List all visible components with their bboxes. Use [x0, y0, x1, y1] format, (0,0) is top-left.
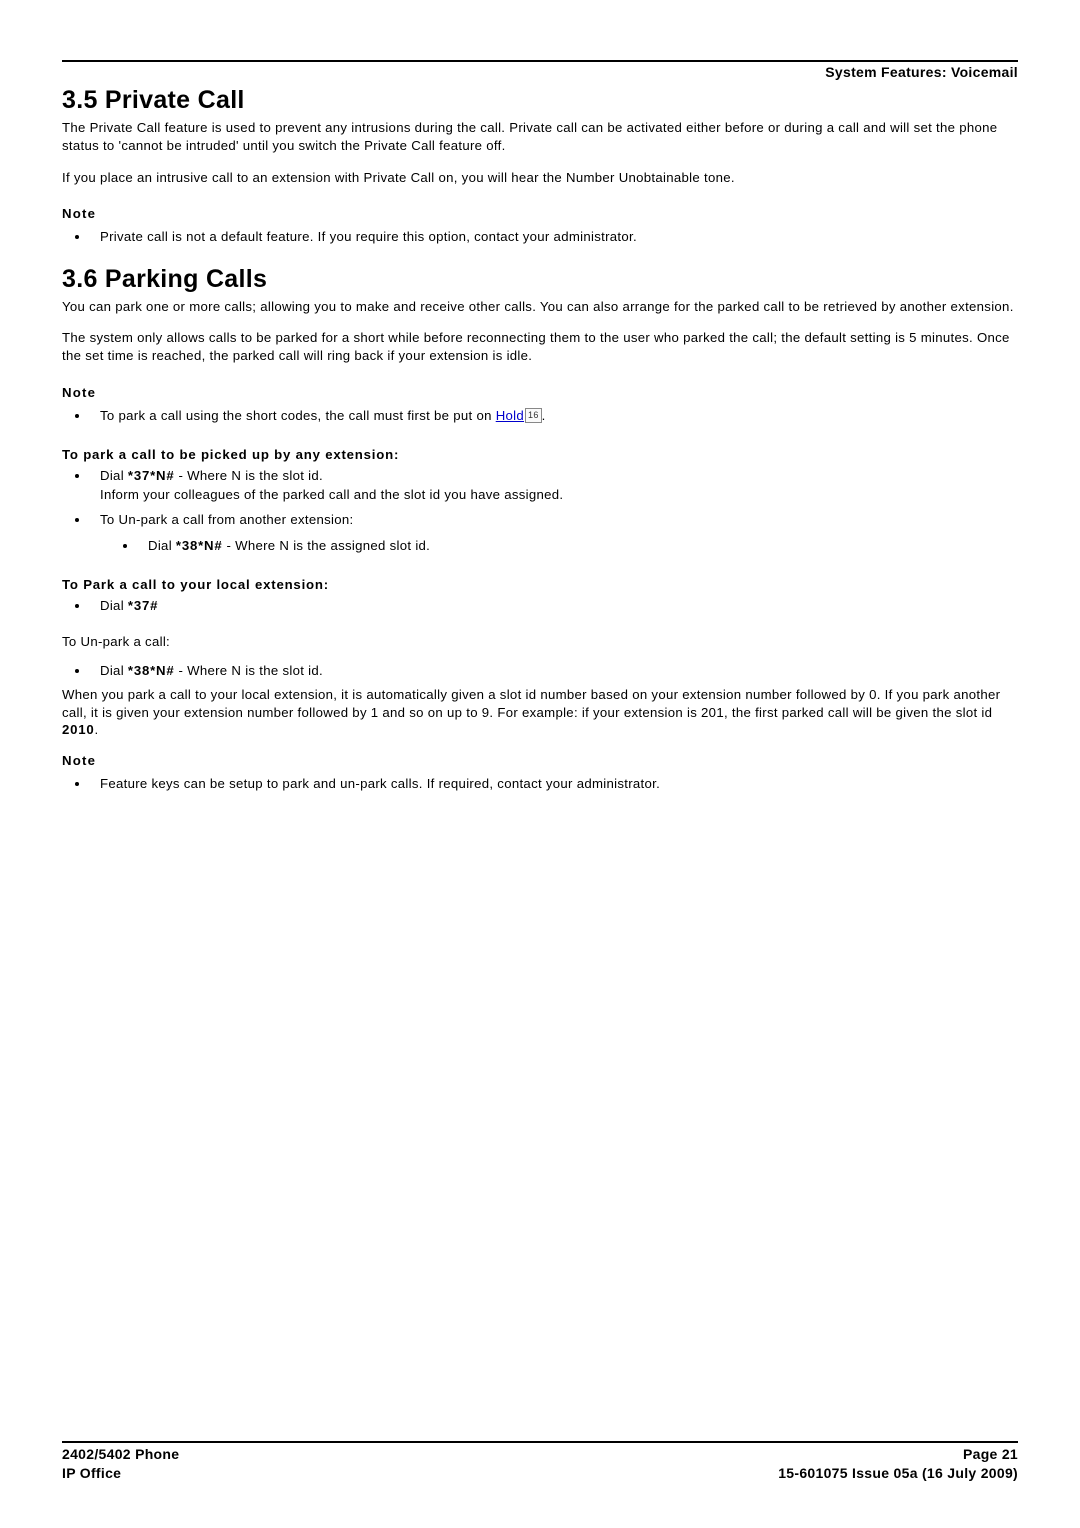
page: System Features: Voicemail 3.5 Private C…	[0, 0, 1080, 1528]
heading-3-5: 3.5 Private Call	[62, 86, 1018, 115]
hold-post: .	[542, 408, 546, 423]
h-any-ext: To park a call to be picked up by any ex…	[62, 447, 1018, 462]
footer-row1: 2402/5402 Phone Page 21	[62, 1445, 1018, 1465]
footer-row2: IP Office 15-601075 Issue 05a (16 July 2…	[62, 1464, 1018, 1484]
any-unpark-dial-code: *38*N#	[176, 538, 223, 553]
unpark-dial-pre: Dial	[100, 663, 128, 678]
any-dial-item: Dial *37*N# - Where N is the slot id. In…	[90, 466, 1018, 504]
any-unpark-item: To Un-park a call from another extension…	[90, 510, 1018, 554]
page-ref-icon: 16	[525, 408, 542, 423]
hold-link[interactable]: Hold	[496, 408, 524, 423]
s36-hold-list: To park a call using the short codes, th…	[62, 406, 1018, 425]
s36-p2: The system only allows calls to be parke…	[62, 329, 1018, 365]
footer: 2402/5402 Phone Page 21 IP Office 15-601…	[62, 1441, 1018, 1484]
footer-right2: 15-601075 Issue 05a (16 July 2009)	[778, 1464, 1018, 1484]
s35-p1: The Private Call feature is used to prev…	[62, 119, 1018, 155]
local-list: Dial *37#	[62, 596, 1018, 615]
s36-note2-list: Feature keys can be setup to park and un…	[62, 774, 1018, 793]
footer-right1: Page 21	[963, 1445, 1018, 1465]
any-unpark-dial-post: - Where N is the assigned slot id.	[222, 538, 430, 553]
any-unpark-dial-item: Dial *38*N# - Where N is the assigned sl…	[138, 536, 1018, 555]
unpark-dial-item: Dial *38*N# - Where N is the slot id.	[90, 661, 1018, 680]
any-unpark-dial-pre: Dial	[148, 538, 176, 553]
local-explain: When you park a call to your local exten…	[62, 686, 1018, 739]
any-unpark-sublist: Dial *38*N# - Where N is the assigned sl…	[100, 536, 1018, 555]
s36-note2-label: Note	[62, 753, 1018, 768]
header-rule	[62, 60, 1018, 62]
s35-note-list: Private call is not a default feature. I…	[62, 227, 1018, 246]
footer-rule	[62, 1441, 1018, 1443]
unpark-dial-code: *38*N#	[128, 663, 175, 678]
any-dial-code: *37*N#	[128, 468, 175, 483]
s36-p1: You can park one or more calls; allowing…	[62, 298, 1018, 316]
any-dial-pre: Dial	[100, 468, 128, 483]
s36-note2-item: Feature keys can be setup to park and un…	[90, 774, 1018, 793]
any-inform: Inform your colleagues of the parked cal…	[100, 487, 563, 502]
h-unpark: To Un-park a call:	[62, 633, 1018, 651]
s35-note-item: Private call is not a default feature. I…	[90, 227, 1018, 246]
unpark-list: Dial *38*N# - Where N is the slot id.	[62, 661, 1018, 680]
local-dial-pre: Dial	[100, 598, 128, 613]
local-dial-item: Dial *37#	[90, 596, 1018, 615]
any-dial-post: - Where N is the slot id.	[174, 468, 323, 483]
heading-3-6: 3.6 Parking Calls	[62, 265, 1018, 294]
s35-note-label: Note	[62, 206, 1018, 221]
local-explain-pre: When you park a call to your local exten…	[62, 687, 1000, 720]
footer-left1: 2402/5402 Phone	[62, 1445, 179, 1465]
hold-pre: To park a call using the short codes, th…	[100, 408, 496, 423]
s36-note-label: Note	[62, 385, 1018, 400]
unpark-dial-post: - Where N is the slot id.	[174, 663, 323, 678]
any-list: Dial *37*N# - Where N is the slot id. In…	[62, 466, 1018, 555]
any-unpark-text: To Un-park a call from another extension…	[100, 512, 353, 527]
header-text: System Features: Voicemail	[62, 64, 1018, 80]
s36-hold-item: To park a call using the short codes, th…	[90, 406, 1018, 425]
local-explain-code: 2010	[62, 722, 95, 737]
local-explain-post: .	[95, 722, 99, 737]
s35-p2: If you place an intrusive call to an ext…	[62, 169, 1018, 187]
footer-left2: IP Office	[62, 1464, 121, 1484]
h-local-ext: To Park a call to your local extension:	[62, 577, 1018, 592]
local-dial-code: *37#	[128, 598, 158, 613]
